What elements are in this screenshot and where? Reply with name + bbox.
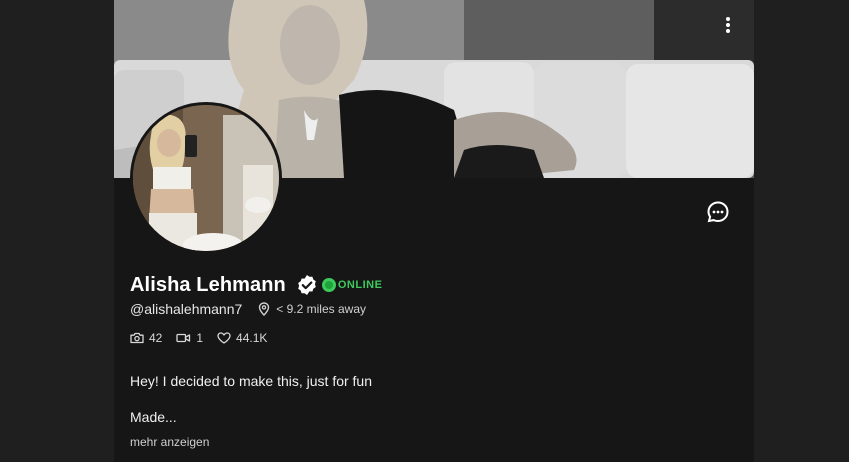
profile-name: Alisha Lehmann <box>130 273 286 296</box>
profile-page: Alisha Lehmann ONLINE @alishalehmann7 < … <box>0 0 849 462</box>
camera-icon <box>130 332 144 344</box>
show-more-link[interactable]: mehr anzeigen <box>130 435 209 449</box>
stats-row: 42 1 44.1K <box>130 330 281 346</box>
videos-stat[interactable]: 1 <box>176 331 203 345</box>
dot-icon <box>726 29 730 33</box>
verified-check-icon <box>298 275 316 295</box>
map-pin-icon <box>259 302 270 316</box>
video-camera-icon <box>176 333 191 343</box>
likes-count: 44.1K <box>236 331 268 345</box>
heart-icon <box>217 332 231 344</box>
location: < 9.2 miles away <box>258 302 366 316</box>
chat-icon[interactable] <box>706 200 730 224</box>
distance-label: < 9.2 miles away <box>276 302 366 316</box>
avatar[interactable] <box>130 102 282 254</box>
online-status-label: ONLINE <box>337 279 383 291</box>
online-dot-icon <box>321 278 336 292</box>
photos-stat[interactable]: 42 <box>130 331 162 345</box>
handle-row: @alishalehmann7 < 9.2 miles away <box>130 300 366 318</box>
dot-icon <box>726 17 730 21</box>
likes-stat[interactable]: 44.1K <box>217 331 267 345</box>
online-status: ONLINE <box>321 278 383 292</box>
profile-handle: @alishalehmann7 <box>130 301 243 317</box>
profile-column: Alisha Lehmann ONLINE @alishalehmann7 < … <box>114 0 754 462</box>
more-options-button[interactable] <box>720 14 736 36</box>
name-row: Alisha Lehmann ONLINE <box>130 272 382 298</box>
dot-icon <box>726 23 730 27</box>
videos-count: 1 <box>196 331 204 345</box>
bio-text-continued: Made... <box>130 409 177 425</box>
photos-count: 42 <box>149 331 163 345</box>
bio-text: Hey! I decided to make this, just for fu… <box>130 373 373 389</box>
